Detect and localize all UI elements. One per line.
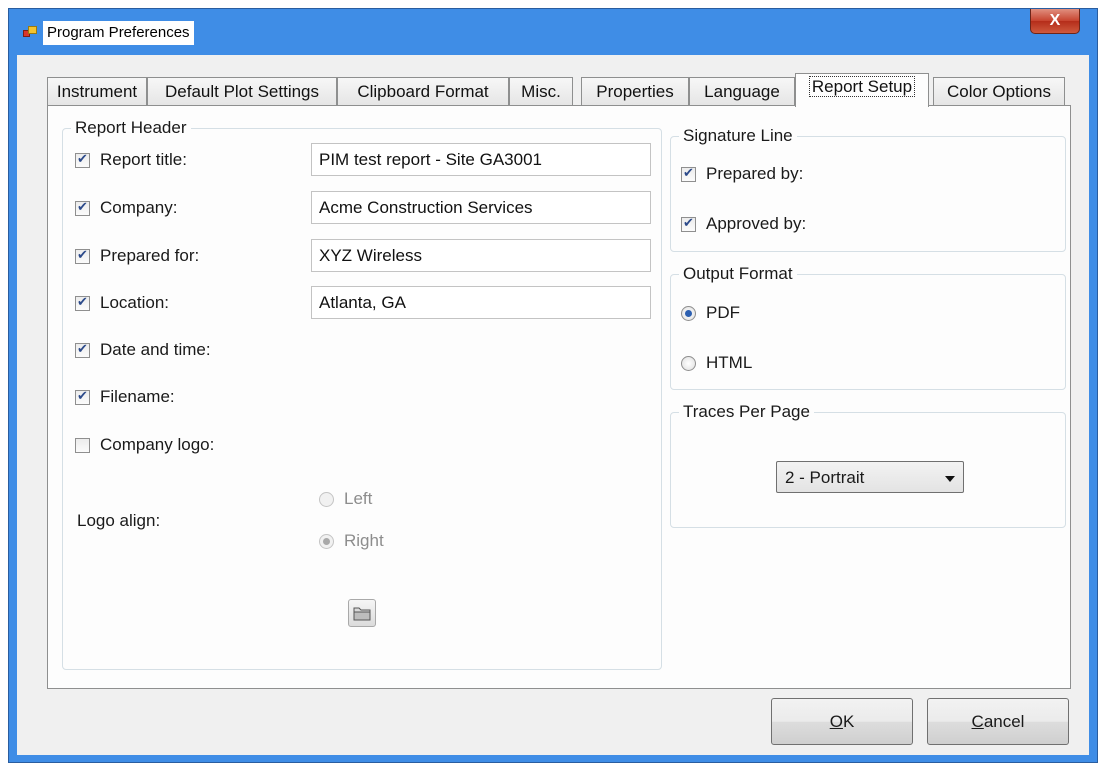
output-format-group: Output Format PDF HTML xyxy=(670,263,1066,390)
chevron-down-icon xyxy=(945,476,955,482)
tab-language[interactable]: Language xyxy=(689,77,795,107)
report-setup-panel: Report Header Report title: PIM test rep… xyxy=(47,105,1071,689)
dialog-client-area: Instrument Default Plot Settings Clipboa… xyxy=(17,55,1089,755)
prepared-for-field[interactable]: XYZ Wireless xyxy=(311,239,651,272)
prepared-by-label: Prepared by: xyxy=(706,164,804,183)
folder-icon xyxy=(353,607,371,621)
cancel-button[interactable]: Cancel xyxy=(927,698,1069,745)
date-and-time-label: Date and time: xyxy=(100,340,211,359)
prepared-by-checkbox[interactable] xyxy=(681,165,696,182)
report-title-field[interactable]: PIM test report - Site GA3001 xyxy=(311,143,651,176)
logo-align-left-radio[interactable] xyxy=(319,492,334,507)
approved-by-checkbox[interactable] xyxy=(681,215,696,232)
report-header-group: Report Header Report title: PIM test rep… xyxy=(62,117,662,670)
traces-per-page-value: 2 - Portrait xyxy=(785,468,865,487)
pdf-radio[interactable] xyxy=(681,306,696,321)
traces-per-page-group: Traces Per Page 2 - Portrait xyxy=(670,401,1066,528)
window-title: Program Preferences xyxy=(43,21,194,45)
close-button[interactable]: X xyxy=(1030,9,1080,34)
prepared-for-checkbox[interactable] xyxy=(75,247,90,264)
filename-checkbox[interactable] xyxy=(75,388,90,405)
location-field[interactable]: Atlanta, GA xyxy=(311,286,651,319)
signature-line-group: Signature Line Prepared by: Approved by: xyxy=(670,125,1066,252)
company-field[interactable]: Acme Construction Services xyxy=(311,191,651,224)
ok-button[interactable]: OK xyxy=(771,698,913,745)
pdf-label: PDF xyxy=(706,303,740,322)
traces-per-page-title: Traces Per Page xyxy=(679,401,814,423)
company-checkbox[interactable] xyxy=(75,199,90,216)
title-bar[interactable]: Program Preferences X xyxy=(9,9,1097,55)
location-label: Location: xyxy=(100,293,169,312)
prepared-for-label: Prepared for: xyxy=(100,246,200,265)
signature-line-title: Signature Line xyxy=(679,125,797,147)
company-label: Company: xyxy=(100,198,178,217)
tab-default-plot-settings[interactable]: Default Plot Settings xyxy=(147,77,337,107)
traces-per-page-dropdown[interactable]: 2 - Portrait xyxy=(776,461,964,493)
tab-color-options[interactable]: Color Options xyxy=(933,77,1065,107)
browse-logo-button[interactable] xyxy=(348,599,376,627)
html-radio[interactable] xyxy=(681,356,696,371)
html-label: HTML xyxy=(706,353,753,372)
tab-misc[interactable]: Misc. xyxy=(509,77,573,107)
report-header-title: Report Header xyxy=(71,117,191,139)
company-logo-checkbox[interactable] xyxy=(75,438,90,453)
filename-label: Filename: xyxy=(100,387,175,406)
logo-align-right-label: Right xyxy=(344,531,384,550)
preferences-window: Program Preferences X Instrument Default… xyxy=(8,8,1098,763)
tab-report-setup[interactable]: Report Setup xyxy=(795,73,929,107)
date-and-time-checkbox[interactable] xyxy=(75,341,90,358)
logo-align-label: Logo align: xyxy=(77,511,161,530)
approved-by-label: Approved by: xyxy=(706,214,807,233)
company-logo-label: Company logo: xyxy=(100,435,215,454)
output-format-title: Output Format xyxy=(679,263,797,285)
tab-clipboard-format[interactable]: Clipboard Format xyxy=(337,77,509,107)
app-icon xyxy=(23,26,37,38)
report-title-label: Report title: xyxy=(100,150,187,169)
tab-properties[interactable]: Properties xyxy=(581,77,689,107)
report-title-checkbox[interactable] xyxy=(75,151,90,168)
logo-align-right-radio[interactable] xyxy=(319,534,334,549)
tab-instrument[interactable]: Instrument xyxy=(47,77,147,107)
location-checkbox[interactable] xyxy=(75,294,90,311)
logo-align-left-label: Left xyxy=(344,489,373,508)
